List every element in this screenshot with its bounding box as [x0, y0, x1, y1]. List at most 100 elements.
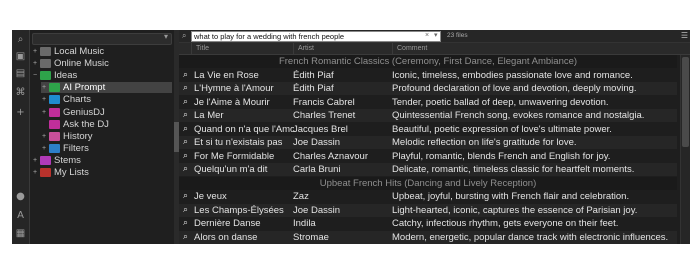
track-row[interactable]: ⌕ La Mer Charles Trenet Quintessential Fren…: [179, 109, 677, 122]
search-icon[interactable]: ⌕: [183, 190, 192, 203]
column-header: Title Artist Comment: [179, 43, 690, 55]
record-icon[interactable]: ●: [15, 191, 26, 202]
tree-item-label: History: [63, 130, 93, 142]
track-comment: Melodic reflection on life's gratitude f…: [392, 137, 577, 148]
column-header-artist[interactable]: Artist: [293, 43, 392, 54]
menu-icon[interactable]: ☰: [681, 30, 688, 42]
add-icon[interactable]: +: [15, 107, 26, 118]
track-artist: Charles Aznavour: [293, 150, 368, 162]
search-bar: ⌕ what to play for a wedding with french…: [179, 30, 690, 43]
track-title: Les Champs-Élysées: [194, 204, 284, 216]
folder-icon: [49, 119, 60, 129]
expand-icon[interactable]: +: [41, 82, 47, 93]
tree-item-ask-the-dj[interactable]: Ask the DJ: [41, 119, 172, 130]
search-icon[interactable]: ⌕: [15, 34, 26, 45]
track-title: La Mer: [194, 110, 224, 121]
track-row[interactable]: ⌕ For Me Formidable Charles Aznavour Playfu…: [179, 150, 677, 163]
track-row[interactable]: ⌕ Je l'Aime à Mourir Francis Cabrel Tender,…: [179, 96, 677, 109]
search-options-icon[interactable]: ▾: [434, 31, 438, 40]
track-row[interactable]: ⌕ Alors on danse Stromae Modern, energetic,…: [179, 230, 677, 244]
search-icon[interactable]: ⌕: [183, 217, 192, 230]
expand-icon[interactable]: +: [41, 94, 47, 105]
expand-icon[interactable]: +: [32, 155, 38, 166]
search-icon[interactable]: ⌕: [183, 82, 192, 95]
track-artist: Charles Trenet: [293, 110, 356, 121]
expand-icon[interactable]: +: [41, 143, 47, 154]
group-header: Upbeat French Hits (Dancing and Lively R…: [179, 176, 677, 190]
track-comment: Delicate, romantic, timeless classic for…: [392, 164, 635, 175]
tree-item-my-lists[interactable]: + My Lists: [32, 167, 172, 178]
expand-icon[interactable]: +: [41, 131, 47, 142]
track-artist: Francis Cabrel: [293, 96, 355, 108]
calendar-icon[interactable]: ▦: [15, 228, 26, 239]
track-title: Dernière Danse: [194, 218, 261, 229]
tree-item-charts[interactable]: + Charts: [41, 94, 172, 105]
track-title: Je veux: [194, 191, 227, 202]
search-icon[interactable]: ⌕: [183, 136, 192, 149]
tree-item-ai-prompt[interactable]: + AI Prompt: [41, 82, 172, 94]
track-row[interactable]: ⌕ Les Champs-Élysées Joe Dassin Light-heart…: [179, 203, 677, 217]
search-input[interactable]: what to play for a wedding with french p…: [191, 31, 441, 42]
folder-icon: [40, 47, 51, 56]
tree-item-label: GeniusDJ: [63, 106, 105, 118]
sidebar-search-field[interactable]: ▾: [32, 32, 172, 45]
search-icon[interactable]: ⌕: [183, 163, 192, 176]
tree-item-online-music[interactable]: + Online Music: [32, 58, 172, 69]
text-size-icon[interactable]: A: [15, 210, 26, 221]
column-header-title[interactable]: Title: [191, 43, 293, 54]
search-icon[interactable]: ⌕: [183, 69, 192, 82]
tree-item-history[interactable]: + History: [41, 131, 172, 142]
tree-item-label: Local Music: [54, 46, 105, 57]
track-artist: Carla Bruni: [293, 164, 341, 175]
folder-icon: [49, 83, 60, 93]
track-row[interactable]: ⌕ L'Hymne à l'Amour Édith Piaf Profound dec…: [179, 82, 677, 95]
sidebar-search-dropdown-icon[interactable]: ▾: [164, 32, 168, 41]
clear-search-icon[interactable]: ×: [425, 31, 429, 40]
track-list-panel: ⌕ what to play for a wedding with french…: [179, 30, 690, 244]
expand-icon[interactable]: +: [41, 107, 47, 118]
tree-item-local-music[interactable]: + Local Music: [32, 46, 172, 57]
track-title: Quand on n'a que l'Amour: [194, 123, 294, 135]
folder-icon[interactable]: ▤: [15, 68, 26, 79]
track-row[interactable]: ⌕ Quand on n'a que l'Amour Jacques Brel Bea…: [179, 123, 677, 136]
expand-icon[interactable]: +: [32, 167, 38, 178]
tree-item-ideas[interactable]: − Ideas: [32, 70, 172, 81]
collapse-icon[interactable]: −: [32, 70, 38, 81]
track-artist: Stromae: [293, 231, 329, 243]
track-row[interactable]: ⌕ Et si tu n'existais pas Joe Dassin Melodi…: [179, 136, 677, 149]
scrollbar-thumb[interactable]: [682, 57, 689, 147]
track-artist: Joe Dassin: [293, 204, 340, 216]
tree-item-label: AI Prompt: [63, 82, 106, 94]
tree-item-label: Online Music: [54, 58, 109, 70]
tree-item-label: Charts: [63, 94, 91, 106]
file-count: 23 files: [447, 32, 468, 39]
browser-window: ⌕ ▣ ▤ ⌘ + ● A ▦ ▾ + Local Music + Online Music − Ide…: [12, 30, 690, 244]
track-row[interactable]: ⌕ Dernière Danse Indila Catchy, infectious …: [179, 217, 677, 230]
tree-item-geniusdj[interactable]: + GeniusDJ: [41, 107, 172, 118]
track-title: For Me Formidable: [194, 150, 275, 162]
search-icon[interactable]: ⌕: [183, 96, 192, 109]
track-artist: Édith Piaf: [293, 83, 334, 94]
column-header-comment[interactable]: Comment: [392, 43, 690, 54]
tree-item-label: Ask the DJ: [63, 118, 109, 130]
browser-icon[interactable]: ▣: [15, 51, 26, 62]
search-icon[interactable]: ⌕: [183, 204, 192, 217]
search-icon[interactable]: ⌕: [183, 231, 192, 244]
vertical-scrollbar[interactable]: [680, 55, 690, 244]
track-comment: Catchy, infectious rhythm, gets everyone…: [392, 218, 619, 229]
search-icon[interactable]: ⌕: [183, 150, 192, 163]
track-row[interactable]: ⌕ La Vie en Rose Édith Piaf Iconic, timeles…: [179, 69, 677, 82]
search-icon[interactable]: ⌕: [183, 123, 192, 136]
tree-item-filters[interactable]: + Filters: [41, 143, 172, 154]
track-comment: Light-hearted, iconic, captures the esse…: [392, 204, 638, 216]
expand-icon[interactable]: +: [32, 58, 38, 69]
tree-item-stems[interactable]: + Stems: [32, 155, 172, 166]
expand-icon[interactable]: +: [32, 46, 38, 57]
sampler-icon[interactable]: ⌘: [15, 87, 26, 98]
search-icon[interactable]: ⌕: [183, 109, 192, 122]
track-row[interactable]: ⌕ Je veux Zaz Upbeat, joyful, bursting with…: [179, 190, 677, 203]
folder-icon: [40, 155, 51, 165]
track-comment: Beautiful, poetic expression of love's u…: [392, 123, 612, 135]
track-row[interactable]: ⌕ Quelqu'un m'a dit Carla Bruni Delicate, r…: [179, 163, 677, 176]
search-icon: ⌕: [182, 31, 187, 40]
